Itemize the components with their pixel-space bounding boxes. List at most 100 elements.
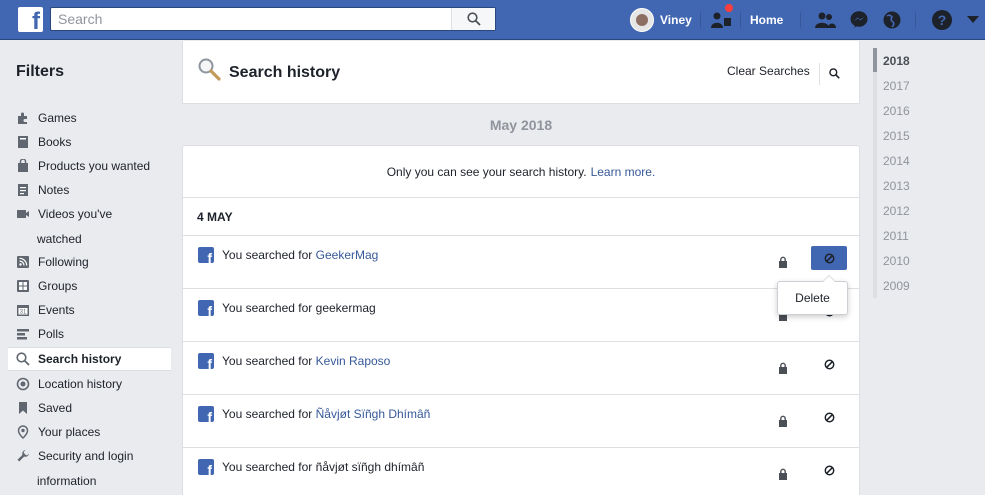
search-history-header: Search history Clear Searches (182, 41, 860, 104)
sidebar-item-location-history[interactable]: Location history (8, 372, 171, 396)
sidebar-item-label: Games (38, 111, 77, 125)
search-icon[interactable] (829, 68, 840, 82)
search-entry-prefix: You searched for (222, 407, 313, 421)
sidebar-item-games[interactable]: Games (8, 106, 171, 130)
pin-icon (16, 425, 30, 439)
year-link[interactable]: 2009 (883, 279, 910, 293)
delete-menu-item[interactable]: Delete (777, 275, 848, 315)
sidebar-item-label: Groups (38, 279, 78, 293)
block-icon (824, 412, 834, 422)
video-icon (16, 207, 30, 221)
search-query: ñåvjøt sïñgh dhímâñ (315, 460, 425, 474)
global-search-input[interactable] (51, 8, 441, 30)
friend-requests-icon[interactable] (814, 9, 836, 31)
lock-icon[interactable] (778, 468, 788, 480)
sidebar-item-products[interactable]: Products you wanted (8, 154, 171, 178)
global-search-box[interactable] (50, 7, 496, 31)
wrench-icon (16, 449, 30, 463)
filters-title: Filters (16, 63, 65, 80)
facebook-icon: f (198, 247, 214, 263)
year-timeline-track (873, 48, 877, 298)
facebook-logo[interactable]: f (18, 7, 43, 34)
help-icon[interactable]: ? (931, 9, 953, 31)
year-link[interactable]: 2010 (883, 254, 910, 268)
bookmark-icon (16, 401, 30, 415)
row-options-button[interactable] (811, 405, 847, 429)
lock-icon[interactable] (778, 415, 788, 427)
row-options-button[interactable] (811, 246, 847, 270)
lock-icon[interactable] (778, 256, 788, 268)
month-heading: May 2018 (489, 117, 553, 133)
rss-icon (16, 255, 30, 269)
sidebar-item-groups[interactable]: Groups (8, 274, 171, 298)
year-link[interactable]: 2018 (883, 54, 910, 68)
account-menu-chevron-icon[interactable] (962, 9, 984, 31)
search-entry-prefix: You searched for (222, 460, 313, 474)
nav-divider (740, 12, 741, 28)
home-link[interactable]: Home (750, 0, 783, 40)
search-query-link[interactable]: GeekerMag (316, 248, 379, 262)
year-link[interactable]: 2011 (883, 229, 909, 243)
note-icon (16, 183, 30, 197)
search-entry-text: You searched for Ñåvjøt Sïñgh Dhímâñ (222, 407, 430, 421)
global-search-button[interactable] (451, 8, 495, 30)
sidebar-item-label: Products you wanted (38, 159, 151, 173)
page-title: Search history (229, 64, 341, 81)
groups-icon (16, 279, 30, 293)
search-query-link[interactable]: Ñåvjøt Sïñgh Dhímâñ (316, 407, 431, 421)
lock-icon[interactable] (778, 362, 788, 374)
year-link[interactable]: 2014 (883, 154, 910, 168)
poll-icon (16, 327, 30, 341)
search-history-list: Only you can see your search history. Le… (182, 145, 860, 495)
day-heading: 4 MAY (183, 198, 859, 236)
sidebar-item-following[interactable]: Following (8, 250, 171, 274)
sidebar-item-polls[interactable]: Polls (8, 322, 171, 346)
nav-divider (800, 12, 801, 28)
search-icon (466, 12, 481, 26)
nav-divider (700, 12, 701, 28)
search-entry-text: You searched for Kevin Raposo (222, 354, 390, 368)
sidebar-item-books[interactable]: Books (8, 130, 171, 154)
sidebar-item-security-login[interactable]: Security and login (8, 444, 171, 468)
year-link[interactable]: 2016 (883, 104, 910, 118)
sidebar-item-notes[interactable]: Notes (8, 178, 171, 202)
sidebar-item-saved[interactable]: Saved (8, 396, 171, 420)
learn-more-link[interactable]: Learn more. (591, 165, 656, 179)
block-icon (824, 359, 834, 369)
sidebar-item-label: Your places (38, 425, 101, 439)
sidebar-item-events[interactable]: 31 Events (8, 298, 171, 322)
sidebar-item-search-history[interactable]: Search history (8, 347, 171, 371)
search-query: geekermag (315, 301, 376, 315)
year-link[interactable]: 2017 (883, 79, 910, 93)
messenger-icon[interactable] (848, 9, 870, 31)
facebook-icon: f (198, 353, 214, 369)
globe-notifications-icon[interactable] (881, 9, 903, 31)
profile-name: Viney (660, 13, 692, 27)
year-link[interactable]: 2012 (883, 204, 910, 218)
sidebar-item-label: Notes (38, 183, 70, 197)
year-link[interactable]: 2013 (883, 179, 910, 193)
row-options-button[interactable] (811, 352, 847, 376)
sidebar-item-label-continued: information (37, 474, 97, 488)
search-entry-text: You searched for ñåvjøt sïñgh dhímâñ (222, 460, 424, 474)
sidebar-item-label-continued: watched (37, 232, 82, 246)
profile-link[interactable]: Viney (630, 0, 692, 40)
search-query-link[interactable]: Kevin Raposo (316, 354, 391, 368)
facebook-icon: f (198, 459, 214, 475)
clear-searches-button[interactable]: Clear Searches (727, 64, 810, 78)
search-entry-prefix: You searched for (222, 248, 313, 262)
home-label: Home (750, 13, 784, 27)
list-item: f You searched for ñåvjøt sïñgh dhímâñ (183, 448, 859, 495)
year-active-indicator (873, 48, 877, 72)
facebook-icon: f (198, 406, 214, 422)
year-link[interactable]: 2015 (883, 129, 910, 143)
notification-badge (724, 3, 734, 13)
row-options-button[interactable] (811, 458, 847, 482)
sidebar-item-label: Videos you've (38, 207, 113, 221)
sidebar-item-label: Location history (38, 377, 123, 391)
sidebar-item-label: Books (38, 135, 72, 149)
sidebar-item-label: Search history (38, 352, 122, 366)
sidebar-item-your-places[interactable]: Your places (8, 420, 171, 444)
book-icon (16, 135, 30, 149)
sidebar-item-videos-watched[interactable]: Videos you've (8, 202, 171, 226)
